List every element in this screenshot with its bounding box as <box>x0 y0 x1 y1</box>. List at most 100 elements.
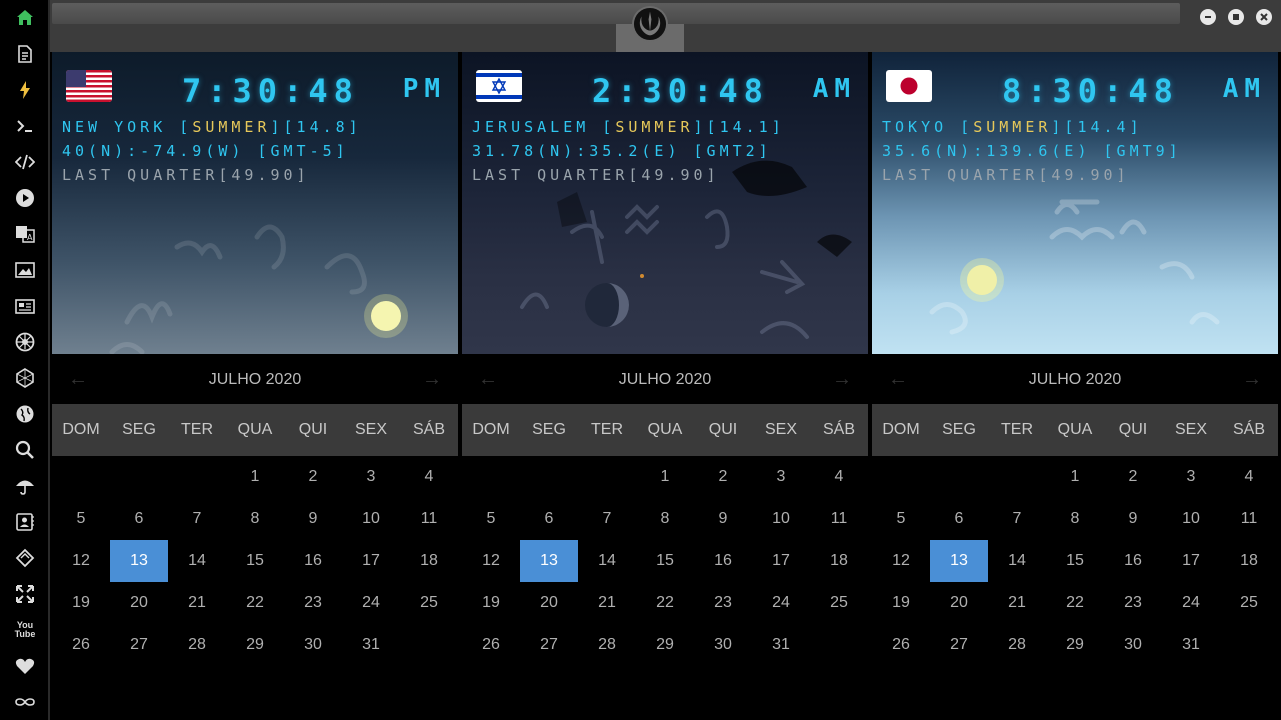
calendar-day[interactable]: 22 <box>226 582 284 624</box>
next-month-arrow-icon[interactable]: → <box>422 368 442 391</box>
calendar-day[interactable]: 22 <box>636 582 694 624</box>
terminal-icon[interactable] <box>13 114 37 138</box>
galactic-empire-icon[interactable] <box>13 330 37 354</box>
calendar-day[interactable]: 17 <box>1162 540 1220 582</box>
calendar-day[interactable]: 2 <box>284 456 342 498</box>
calendar-day[interactable]: 26 <box>872 624 930 666</box>
play-icon[interactable] <box>13 186 37 210</box>
infinity-cloud-icon[interactable] <box>13 690 37 714</box>
calendar-day[interactable]: 21 <box>168 582 226 624</box>
calendar-day[interactable]: 6 <box>520 498 578 540</box>
calendar-day[interactable]: 23 <box>1104 582 1162 624</box>
calendar-day[interactable]: 11 <box>1220 498 1278 540</box>
calendar-day[interactable]: 24 <box>342 582 400 624</box>
calendar-day[interactable]: 29 <box>636 624 694 666</box>
calendar-day[interactable]: 11 <box>810 498 868 540</box>
calendar-day[interactable]: 2 <box>694 456 752 498</box>
calendar-day[interactable]: 26 <box>462 624 520 666</box>
calendar-day[interactable]: 19 <box>872 582 930 624</box>
calendar-day[interactable]: 24 <box>1162 582 1220 624</box>
calendar-day[interactable]: 25 <box>1220 582 1278 624</box>
calendar-day[interactable]: 19 <box>52 582 110 624</box>
calendar-day[interactable]: 9 <box>694 498 752 540</box>
calendar-day[interactable]: 4 <box>810 456 868 498</box>
calendar-day[interactable]: 31 <box>752 624 810 666</box>
calendar-day[interactable]: 16 <box>1104 540 1162 582</box>
calendar-day[interactable]: 23 <box>694 582 752 624</box>
heart-icon[interactable] <box>13 654 37 678</box>
calendar-day[interactable]: 9 <box>1104 498 1162 540</box>
calendar-day[interactable]: 15 <box>1046 540 1104 582</box>
calendar-day[interactable]: 27 <box>110 624 168 666</box>
calendar-day[interactable]: 1 <box>226 456 284 498</box>
calendar-day[interactable]: 7 <box>168 498 226 540</box>
calendar-day[interactable]: 10 <box>342 498 400 540</box>
calendar-day[interactable]: 27 <box>930 624 988 666</box>
calendar-day[interactable]: 3 <box>342 456 400 498</box>
calendar-day[interactable]: 2 <box>1104 456 1162 498</box>
calendar-day[interactable]: 27 <box>520 624 578 666</box>
next-month-arrow-icon[interactable]: → <box>832 368 852 391</box>
calendar-day[interactable]: 7 <box>578 498 636 540</box>
calendar-day[interactable]: 26 <box>52 624 110 666</box>
calendar-day[interactable]: 31 <box>1162 624 1220 666</box>
translate-icon[interactable]: A <box>13 222 37 246</box>
calendar-day[interactable]: 8 <box>226 498 284 540</box>
calendar-day[interactable]: 5 <box>52 498 110 540</box>
calendar-day[interactable]: 30 <box>1104 624 1162 666</box>
calendar-day[interactable]: 19 <box>462 582 520 624</box>
calendar-day[interactable]: 14 <box>988 540 1046 582</box>
calendar-day[interactable]: 23 <box>284 582 342 624</box>
calendar-day[interactable]: 25 <box>810 582 868 624</box>
calendar-day[interactable]: 10 <box>1162 498 1220 540</box>
calendar-day[interactable]: 16 <box>284 540 342 582</box>
image-icon[interactable] <box>13 258 37 282</box>
rebel-alliance-icon[interactable] <box>632 6 668 42</box>
calendar-day[interactable]: 20 <box>930 582 988 624</box>
calendar-day[interactable]: 11 <box>400 498 458 540</box>
calendar-day-today[interactable]: 13 <box>930 540 988 582</box>
calendar-day[interactable]: 28 <box>578 624 636 666</box>
calendar-day[interactable]: 29 <box>1046 624 1104 666</box>
umbrella-icon[interactable] <box>13 474 37 498</box>
calendar-day[interactable]: 7 <box>988 498 1046 540</box>
calendar-day[interactable]: 5 <box>872 498 930 540</box>
calendar-day[interactable]: 8 <box>1046 498 1104 540</box>
calendar-day[interactable]: 15 <box>226 540 284 582</box>
title-field[interactable] <box>52 3 1180 24</box>
calendar-day[interactable]: 28 <box>168 624 226 666</box>
calendar-day[interactable]: 28 <box>988 624 1046 666</box>
calendar-day-today[interactable]: 13 <box>110 540 168 582</box>
calendar-day[interactable]: 12 <box>872 540 930 582</box>
calendar-day[interactable]: 6 <box>110 498 168 540</box>
calendar-day[interactable]: 18 <box>1220 540 1278 582</box>
contact-card-icon[interactable] <box>13 510 37 534</box>
document-icon[interactable] <box>13 42 37 66</box>
calendar-day[interactable]: 16 <box>694 540 752 582</box>
calendar-day[interactable]: 6 <box>930 498 988 540</box>
calendar-day[interactable]: 12 <box>52 540 110 582</box>
calendar-day[interactable]: 1 <box>1046 456 1104 498</box>
calendar-day[interactable]: 8 <box>636 498 694 540</box>
globe-icon[interactable] <box>13 402 37 426</box>
calendar-day[interactable]: 25 <box>400 582 458 624</box>
calendar-day[interactable]: 21 <box>988 582 1046 624</box>
tag-icon[interactable] <box>13 546 37 570</box>
home-icon[interactable] <box>13 6 37 30</box>
calendar-day[interactable]: 17 <box>342 540 400 582</box>
code-icon[interactable] <box>13 150 37 174</box>
hexagon-icon[interactable] <box>13 366 37 390</box>
calendar-day[interactable]: 18 <box>810 540 868 582</box>
fullscreen-icon[interactable] <box>13 582 37 606</box>
calendar-day[interactable]: 20 <box>520 582 578 624</box>
calendar-day[interactable]: 1 <box>636 456 694 498</box>
calendar-day[interactable]: 3 <box>752 456 810 498</box>
search-icon[interactable] <box>13 438 37 462</box>
calendar-day[interactable]: 4 <box>1220 456 1278 498</box>
calendar-day[interactable]: 30 <box>694 624 752 666</box>
calendar-day-today[interactable]: 13 <box>520 540 578 582</box>
calendar-day[interactable]: 17 <box>752 540 810 582</box>
calendar-day[interactable]: 22 <box>1046 582 1104 624</box>
calendar-day[interactable]: 20 <box>110 582 168 624</box>
calendar-day[interactable]: 21 <box>578 582 636 624</box>
